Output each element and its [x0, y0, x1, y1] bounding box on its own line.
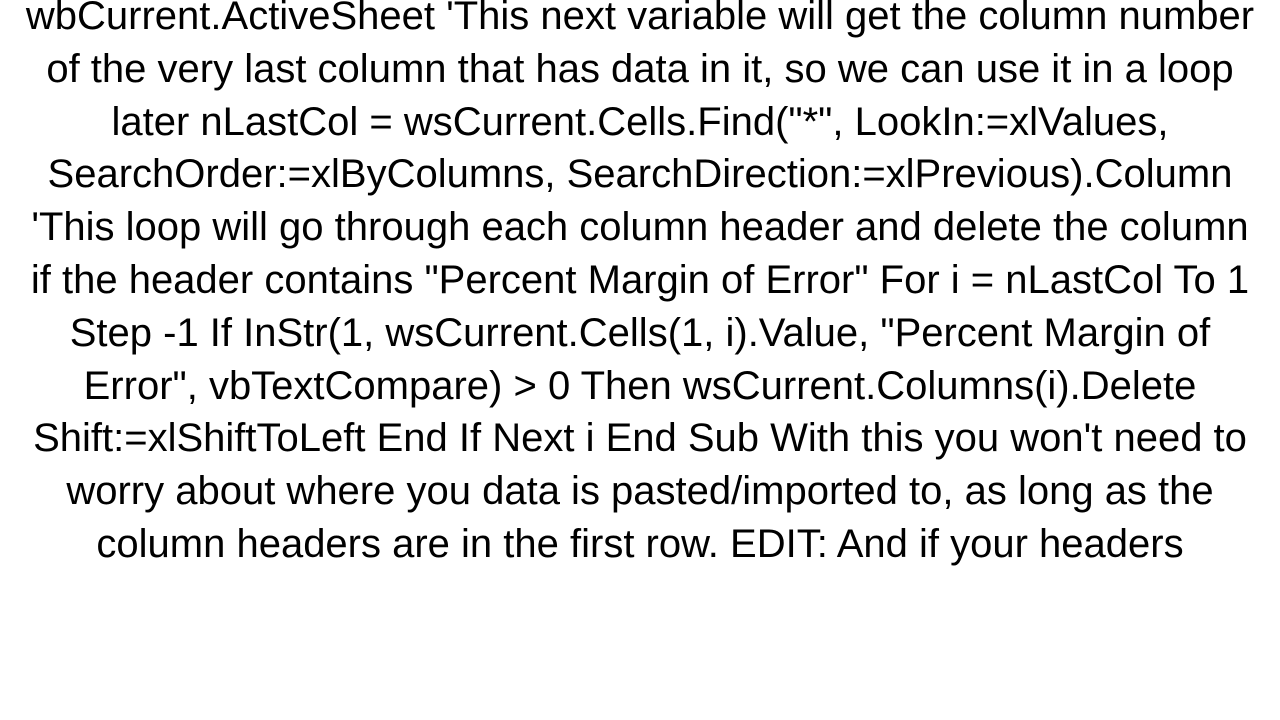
document-body-text: wbCurrent.ActiveSheet 'This next variabl… [20, 0, 1260, 571]
document-viewport: wbCurrent.ActiveSheet 'This next variabl… [0, 0, 1280, 720]
